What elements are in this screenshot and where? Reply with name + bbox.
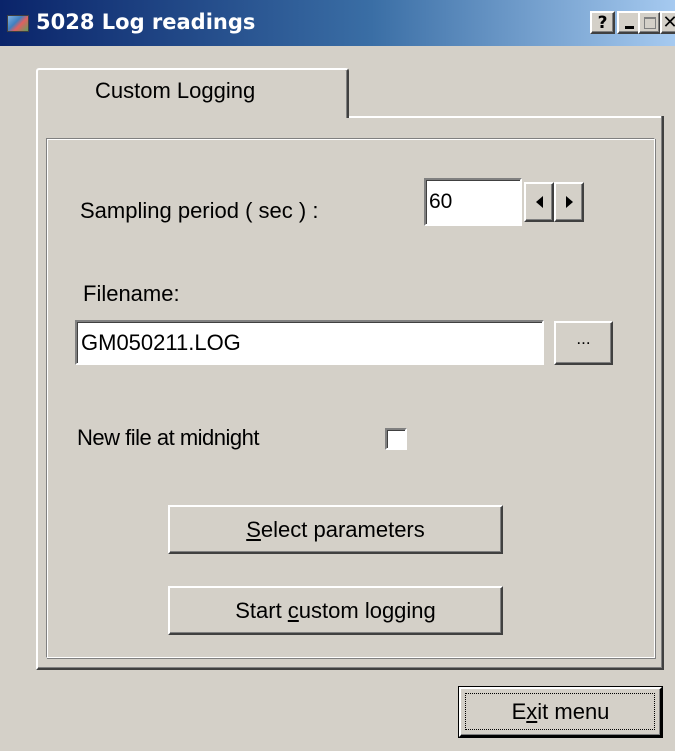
close-button[interactable]: ✕: [660, 11, 675, 34]
maximize-button[interactable]: [638, 11, 661, 34]
sampling-period-label: Sampling period ( sec ) :: [80, 198, 319, 223]
filename-input[interactable]: GM050211.LOG: [75, 320, 544, 365]
sampling-period-input[interactable]: 60: [424, 178, 522, 226]
new-file-at-midnight-label: New file at midnight: [77, 425, 259, 450]
start-logging-prefix: Start: [235, 597, 288, 623]
filename-label: Filename:: [83, 281, 180, 306]
start-logging-rest: ustom logging: [298, 597, 436, 623]
close-icon: ✕: [662, 12, 675, 33]
arrow-left-icon: [535, 196, 543, 208]
decrease-button[interactable]: [524, 182, 554, 222]
window-title: 5028 Log readings: [36, 10, 256, 34]
focus-rectangle: [465, 693, 655, 730]
select-parameters-button[interactable]: Select parameters: [168, 505, 503, 554]
select-parameters-accel: S: [246, 516, 261, 542]
browse-button[interactable]: ...: [554, 321, 613, 365]
minimize-icon: [625, 25, 634, 29]
tab-custom-logging-label[interactable]: Custom Logging: [95, 78, 255, 104]
help-button[interactable]: ?: [590, 11, 615, 34]
arrow-right-icon: [565, 196, 573, 208]
start-logging-accel: c: [287, 597, 299, 623]
increase-button[interactable]: [554, 182, 584, 222]
app-icon[interactable]: [7, 15, 29, 32]
start-custom-logging-button[interactable]: Start c ustom logging: [168, 586, 503, 635]
new-file-at-midnight-checkbox[interactable]: [385, 428, 407, 450]
select-parameters-rest: elect parameters: [260, 516, 425, 542]
maximize-icon: [643, 16, 656, 29]
exit-menu-button[interactable]: Ex it menu: [459, 687, 662, 737]
